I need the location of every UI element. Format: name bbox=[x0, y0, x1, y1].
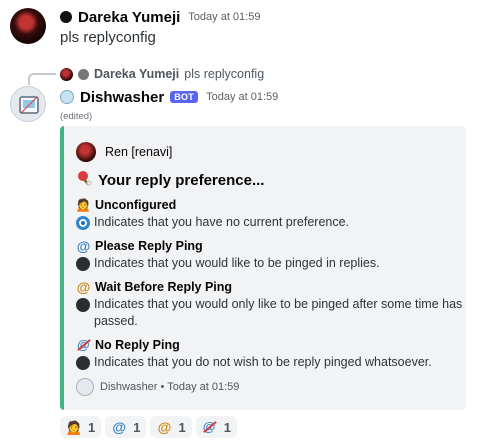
at-sign-clock-icon: @ bbox=[157, 419, 172, 435]
at-sign-icon: @ bbox=[112, 419, 127, 435]
no-at-sign-icon: @ bbox=[76, 337, 91, 353]
user-avatar[interactable] bbox=[10, 8, 46, 44]
edited-label: (edited) bbox=[60, 111, 93, 122]
ping-pong-icon bbox=[76, 170, 92, 190]
radio-unselected-icon bbox=[76, 355, 90, 370]
reaction-count: 1 bbox=[178, 419, 186, 435]
section-heading: Unconfigured bbox=[95, 198, 177, 212]
bot-badge-icon bbox=[60, 90, 74, 104]
radio-selected-icon bbox=[76, 215, 90, 230]
radio-unselected-icon bbox=[76, 297, 90, 312]
reply-reference[interactable]: Dareka Yumeji pls replyconfig bbox=[60, 66, 264, 82]
bot-avatar[interactable] bbox=[10, 86, 46, 122]
reaction-please-reply-ping[interactable]: @ 1 bbox=[105, 416, 147, 438]
section-description: Indicates that you do not wish to be rep… bbox=[94, 355, 432, 369]
reaction-count: 1 bbox=[133, 419, 141, 435]
message-dishwasher: Dishwasher BOT Today at 01:59 bbox=[60, 86, 480, 108]
radio-unselected-icon bbox=[76, 256, 90, 271]
section-description: Indicates that you would only like to be… bbox=[94, 297, 463, 328]
person-emoji-icon: 🙍 bbox=[65, 418, 83, 435]
reply-text: pls replyconfig bbox=[184, 67, 265, 81]
reply-username[interactable]: Dareka Yumeji bbox=[94, 67, 179, 81]
reaction-count: 1 bbox=[88, 419, 96, 435]
reaction-no-reply-ping[interactable]: @ 1 bbox=[195, 416, 237, 438]
bot-timestamp: Today at 01:59 bbox=[206, 91, 279, 103]
message-username[interactable]: Dareka Yumeji bbox=[78, 9, 180, 26]
embed-footer: Dishwasher • Today at 01:59 bbox=[76, 378, 239, 396]
no-at-sign-icon: @ bbox=[202, 419, 218, 435]
message-timestamp: Today at 01:59 bbox=[188, 11, 261, 23]
status-dot-icon bbox=[60, 11, 72, 23]
section-no-reply-ping: @ No Reply Ping Indicates that you do not… bbox=[76, 336, 466, 371]
reaction-count: 1 bbox=[223, 419, 231, 435]
reply-avatar bbox=[60, 67, 73, 81]
reply-status-dot-icon bbox=[78, 68, 89, 80]
section-heading: Please Reply Ping bbox=[95, 239, 203, 253]
person-emoji-icon: 🙍 bbox=[75, 197, 92, 212]
at-sign-icon: @ bbox=[76, 238, 91, 254]
embed-author-avatar bbox=[76, 142, 96, 162]
section-wait-before-reply-ping: @ Wait Before Reply Ping Indicates that y… bbox=[76, 278, 466, 330]
section-please-reply-ping: @ Please Reply Ping Indicates that you wo… bbox=[76, 237, 466, 272]
section-description: Indicates that you have no current prefe… bbox=[94, 215, 350, 229]
bot-username[interactable]: Dishwasher bbox=[80, 89, 164, 106]
section-unconfigured: 🙍 Unconfigured Indicates that you have no… bbox=[75, 196, 466, 231]
at-sign-clock-icon: @ bbox=[76, 279, 91, 295]
embed-title-text: Your reply preference... bbox=[98, 171, 265, 189]
embed-title: Your reply preference... bbox=[76, 170, 264, 190]
section-heading: No Reply Ping bbox=[95, 338, 180, 352]
reply-spine bbox=[28, 73, 56, 85]
section-description: Indicates that you would like to be ping… bbox=[94, 256, 380, 270]
section-heading: Wait Before Reply Ping bbox=[95, 280, 233, 294]
embed-author-name: Ren [renavi] bbox=[105, 145, 173, 159]
embed-footer-text: Dishwasher • Today at 01:59 bbox=[100, 381, 240, 393]
bot-tag: BOT bbox=[170, 91, 199, 103]
message-dareka: Dareka Yumeji Today at 01:59 pls replyco… bbox=[60, 6, 480, 48]
embed-author: Ren [renavi] bbox=[76, 142, 172, 162]
reaction-wait-before-reply-ping[interactable]: @ 1 bbox=[150, 416, 192, 438]
footer-bot-avatar bbox=[76, 378, 94, 396]
reactions-bar: 🙍 1 @ 1 @ 1 @ 1 bbox=[60, 416, 237, 438]
message-text: pls replyconfig bbox=[60, 29, 156, 46]
reply-preference-embed: Ren [renavi] Your reply preference... 🙍 U… bbox=[60, 126, 466, 410]
reaction-unconfigured[interactable]: 🙍 1 bbox=[60, 416, 102, 438]
